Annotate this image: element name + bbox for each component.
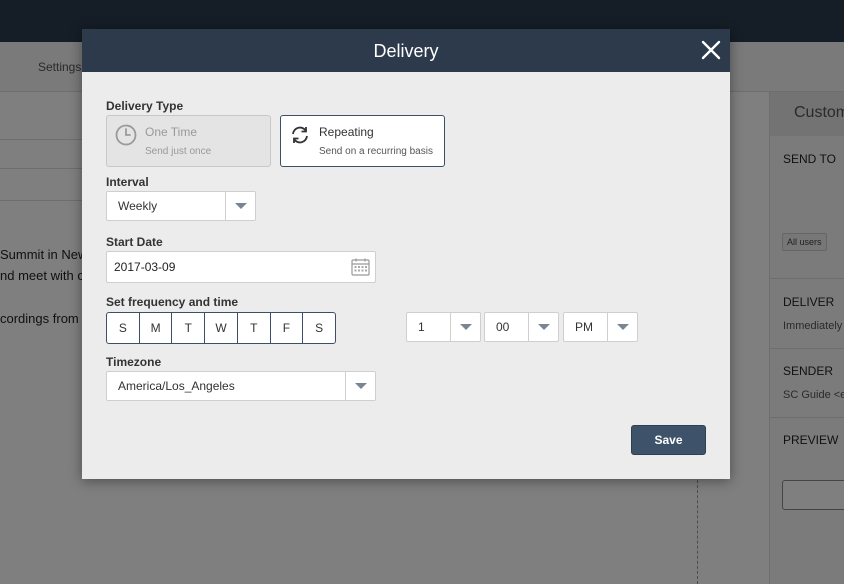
ampm-value: PM (575, 320, 593, 334)
chevron-down-icon (450, 313, 480, 341)
chevron-down-icon (225, 192, 255, 220)
timezone-label: Timezone (106, 355, 162, 369)
hour-value: 1 (418, 320, 425, 334)
refresh-icon (292, 126, 308, 144)
delivery-modal: Delivery Delivery Type One Time Send jus… (82, 29, 730, 479)
start-date-label: Start Date (106, 235, 163, 249)
interval-label: Interval (106, 175, 149, 189)
minute-value: 00 (496, 320, 510, 334)
close-button[interactable] (700, 39, 722, 61)
day-friday[interactable]: F (271, 313, 304, 343)
chevron-down-icon (607, 313, 637, 341)
modal-title: Delivery (373, 41, 439, 61)
day-tuesday[interactable]: T (172, 313, 206, 343)
one-time-title: One Time (145, 125, 198, 139)
day-wednesday[interactable]: W (205, 313, 238, 343)
timezone-select[interactable]: America/Los_Angeles (106, 371, 376, 401)
repeating-subtitle: Send on a recurring basis (319, 146, 433, 157)
one-time-subtitle: Send just once (145, 146, 212, 157)
clock-icon (115, 124, 137, 146)
one-time-option[interactable]: One Time Send just once (106, 115, 271, 167)
frequency-label: Set frequency and time (106, 295, 239, 309)
day-monday[interactable]: M (140, 313, 173, 343)
close-icon (701, 40, 721, 60)
chevron-down-icon (528, 313, 558, 341)
timezone-value: America/Los_Angeles (118, 379, 235, 393)
day-saturday[interactable]: S (303, 313, 335, 343)
modal-header: Delivery (82, 29, 730, 72)
day-thursday[interactable]: T (238, 313, 271, 343)
interval-value: Weekly (118, 199, 158, 213)
day-sunday[interactable]: S (107, 313, 140, 343)
delivery-type-label: Delivery Type (106, 99, 184, 113)
interval-select[interactable]: Weekly (106, 191, 256, 221)
repeating-title: Repeating (319, 125, 374, 139)
repeating-option[interactable]: Repeating Send on a recurring basis (280, 115, 445, 167)
minute-select[interactable]: 00 (484, 312, 559, 342)
weekday-selector: S M T W T F S (106, 312, 336, 344)
chevron-down-icon (345, 372, 375, 400)
start-date-value: 2017-03-09 (114, 260, 176, 274)
ampm-select[interactable]: PM (563, 312, 638, 342)
calendar-icon[interactable] (351, 258, 370, 276)
start-date-input[interactable]: 2017-03-09 (106, 251, 376, 283)
save-button[interactable]: Save (631, 425, 706, 455)
hour-select[interactable]: 1 (406, 312, 481, 342)
